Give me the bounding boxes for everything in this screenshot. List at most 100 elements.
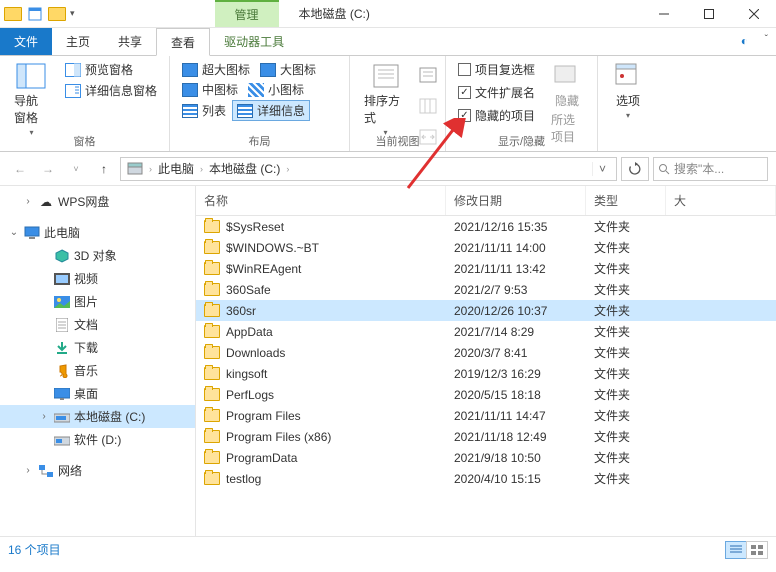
- hidden-items-toggle[interactable]: ✓隐藏的项目: [454, 106, 539, 125]
- file-type: 文件夹: [586, 384, 666, 405]
- file-date: 2021/11/11 14:47: [446, 405, 586, 426]
- tree-pictures[interactable]: 图片: [0, 290, 195, 313]
- tree-c-drive[interactable]: ›本地磁盘 (C:): [0, 405, 195, 428]
- file-row[interactable]: PerfLogs2020/5/15 18:18文件夹: [196, 384, 776, 405]
- column-date[interactable]: 修改日期: [446, 186, 586, 215]
- file-row[interactable]: testlog2020/4/10 15:15文件夹: [196, 468, 776, 489]
- file-type: 文件夹: [586, 258, 666, 279]
- tab-drive-tools[interactable]: 驱动器工具: [210, 28, 298, 55]
- file-extensions-toggle[interactable]: ✓文件扩展名: [454, 83, 539, 102]
- file-list[interactable]: $SysReset2021/12/16 15:35文件夹$WINDOWS.~BT…: [196, 216, 776, 536]
- refresh-button[interactable]: [621, 157, 649, 181]
- file-row[interactable]: 360Safe2021/2/7 9:53文件夹: [196, 279, 776, 300]
- search-input[interactable]: 搜索"本...: [653, 157, 768, 181]
- tree-music[interactable]: 音乐: [0, 359, 195, 382]
- group-panes-label: 窗格: [0, 133, 169, 149]
- tree-d-drive[interactable]: 软件 (D:): [0, 428, 195, 451]
- nav-pane-label: 导航窗格: [14, 92, 49, 126]
- computer-icon: [24, 226, 40, 240]
- column-headers[interactable]: 名称 修改日期 类型 大: [196, 186, 776, 216]
- qat-customize-icon[interactable]: ▾: [70, 8, 75, 19]
- tree-video[interactable]: 视频: [0, 267, 195, 290]
- breadcrumb-this-pc[interactable]: 此电脑: [156, 160, 196, 177]
- nav-forward-button[interactable]: →: [36, 157, 60, 181]
- breadcrumb-c-drive[interactable]: 本地磁盘 (C:): [207, 160, 282, 177]
- tree-3d[interactable]: 3D 对象: [0, 244, 195, 267]
- layout-details[interactable]: 详细信息: [232, 100, 310, 121]
- nav-back-button[interactable]: ←: [8, 157, 32, 181]
- chevron-right-icon[interactable]: ›: [198, 164, 205, 174]
- address-bar-row: ← → ˅ ↑ › 此电脑 › 本地磁盘 (C:) › ˅ 搜索"本...: [0, 152, 776, 186]
- help-icon[interactable]: ◐: [741, 34, 748, 48]
- navigation-tree[interactable]: ›☁WPS网盘 ⌄此电脑 3D 对象 视频 图片 文档 下载 音乐 桌面 ›本地…: [0, 186, 196, 536]
- layout-list[interactable]: 列表: [178, 100, 230, 121]
- tree-downloads[interactable]: 下载: [0, 336, 195, 359]
- tab-file[interactable]: 文件: [0, 28, 52, 55]
- tree-network[interactable]: ›网络: [0, 459, 195, 482]
- file-type: 文件夹: [586, 468, 666, 489]
- breadcrumb-drive-icon[interactable]: [125, 162, 145, 176]
- tab-share[interactable]: 共享: [104, 28, 156, 55]
- checkbox-icon: ✓: [458, 109, 471, 122]
- chevron-right-icon[interactable]: ›: [284, 164, 291, 174]
- file-row[interactable]: $WINDOWS.~BT2021/11/11 14:00文件夹: [196, 237, 776, 258]
- tree-this-pc[interactable]: ⌄此电脑: [0, 221, 195, 244]
- options-button[interactable]: 选项 ▾: [606, 60, 650, 151]
- file-row[interactable]: Program Files2021/11/11 14:47文件夹: [196, 405, 776, 426]
- view-details-toggle[interactable]: [725, 541, 747, 559]
- item-checkboxes-toggle[interactable]: 项目复选框: [454, 60, 539, 79]
- details-pane-button[interactable]: 详细信息窗格: [61, 81, 161, 100]
- column-type[interactable]: 类型: [586, 186, 666, 215]
- breadcrumb[interactable]: › 此电脑 › 本地磁盘 (C:) › ˅: [120, 157, 617, 181]
- file-type: 文件夹: [586, 363, 666, 384]
- file-date: 2021/2/7 9:53: [446, 279, 586, 300]
- column-size[interactable]: 大: [666, 186, 776, 215]
- minimize-button[interactable]: [641, 0, 686, 28]
- column-name[interactable]: 名称: [196, 186, 446, 215]
- qat-folder-icon[interactable]: [48, 5, 66, 23]
- view-icons-toggle[interactable]: [746, 541, 768, 559]
- qat-properties-icon[interactable]: [26, 5, 44, 23]
- close-button[interactable]: [731, 0, 776, 28]
- tab-home[interactable]: 主页: [52, 28, 104, 55]
- file-type: 文件夹: [586, 237, 666, 258]
- file-row[interactable]: $SysReset2021/12/16 15:35文件夹: [196, 216, 776, 237]
- file-row[interactable]: ProgramData2021/9/18 10:50文件夹: [196, 447, 776, 468]
- file-date: 2019/12/3 16:29: [446, 363, 586, 384]
- checkbox-icon: [458, 63, 471, 76]
- file-name: $SysReset: [226, 220, 284, 234]
- folder-icon: [204, 325, 220, 338]
- layout-extra-large[interactable]: 超大图标: [178, 60, 254, 79]
- file-row[interactable]: 360sr2020/12/26 10:37文件夹: [196, 300, 776, 321]
- tab-view[interactable]: 查看: [156, 28, 210, 56]
- checkbox-icon: ✓: [458, 86, 471, 99]
- preview-pane-button[interactable]: 预览窗格: [61, 60, 161, 79]
- cloud-icon: ☁: [38, 195, 54, 209]
- layout-small[interactable]: 小图标: [244, 80, 308, 99]
- file-row[interactable]: $WinREAgent2021/11/11 13:42文件夹: [196, 258, 776, 279]
- tree-wps[interactable]: ›☁WPS网盘: [0, 190, 195, 213]
- breadcrumb-dropdown[interactable]: ˅: [592, 162, 612, 176]
- file-row[interactable]: kingsoft2019/12/3 16:29文件夹: [196, 363, 776, 384]
- tree-desktop[interactable]: 桌面: [0, 382, 195, 405]
- ribbon: 导航窗格 ▾ 预览窗格 详细信息窗格 窗格 超大图标 大图标 中图标 小图标 列…: [0, 56, 776, 152]
- file-name: Program Files: [226, 409, 301, 423]
- group-by-icon[interactable]: [419, 67, 437, 83]
- contextual-tab-manage[interactable]: 管理: [215, 0, 279, 27]
- file-row[interactable]: AppData2021/7/14 8:29文件夹: [196, 321, 776, 342]
- nav-recent-dropdown[interactable]: ˅: [64, 157, 88, 181]
- ribbon-collapse-icon[interactable]: ˇ: [765, 34, 768, 45]
- chevron-right-icon[interactable]: ›: [147, 164, 154, 174]
- file-listing: 名称 修改日期 类型 大 $SysReset2021/12/16 15:35文件…: [196, 186, 776, 536]
- file-row[interactable]: Program Files (x86)2021/11/18 12:49文件夹: [196, 426, 776, 447]
- tree-documents[interactable]: 文档: [0, 313, 195, 336]
- layout-large[interactable]: 大图标: [256, 60, 320, 79]
- documents-icon: [54, 318, 70, 332]
- file-row[interactable]: Downloads2020/3/7 8:41文件夹: [196, 342, 776, 363]
- file-name: Program Files (x86): [226, 430, 331, 444]
- ribbon-tabs: 文件 主页 共享 查看 驱动器工具 ◐ ˇ: [0, 28, 776, 56]
- file-name: 360sr: [226, 304, 256, 318]
- nav-up-button[interactable]: ↑: [92, 157, 116, 181]
- maximize-button[interactable]: [686, 0, 731, 28]
- layout-medium[interactable]: 中图标: [178, 80, 242, 99]
